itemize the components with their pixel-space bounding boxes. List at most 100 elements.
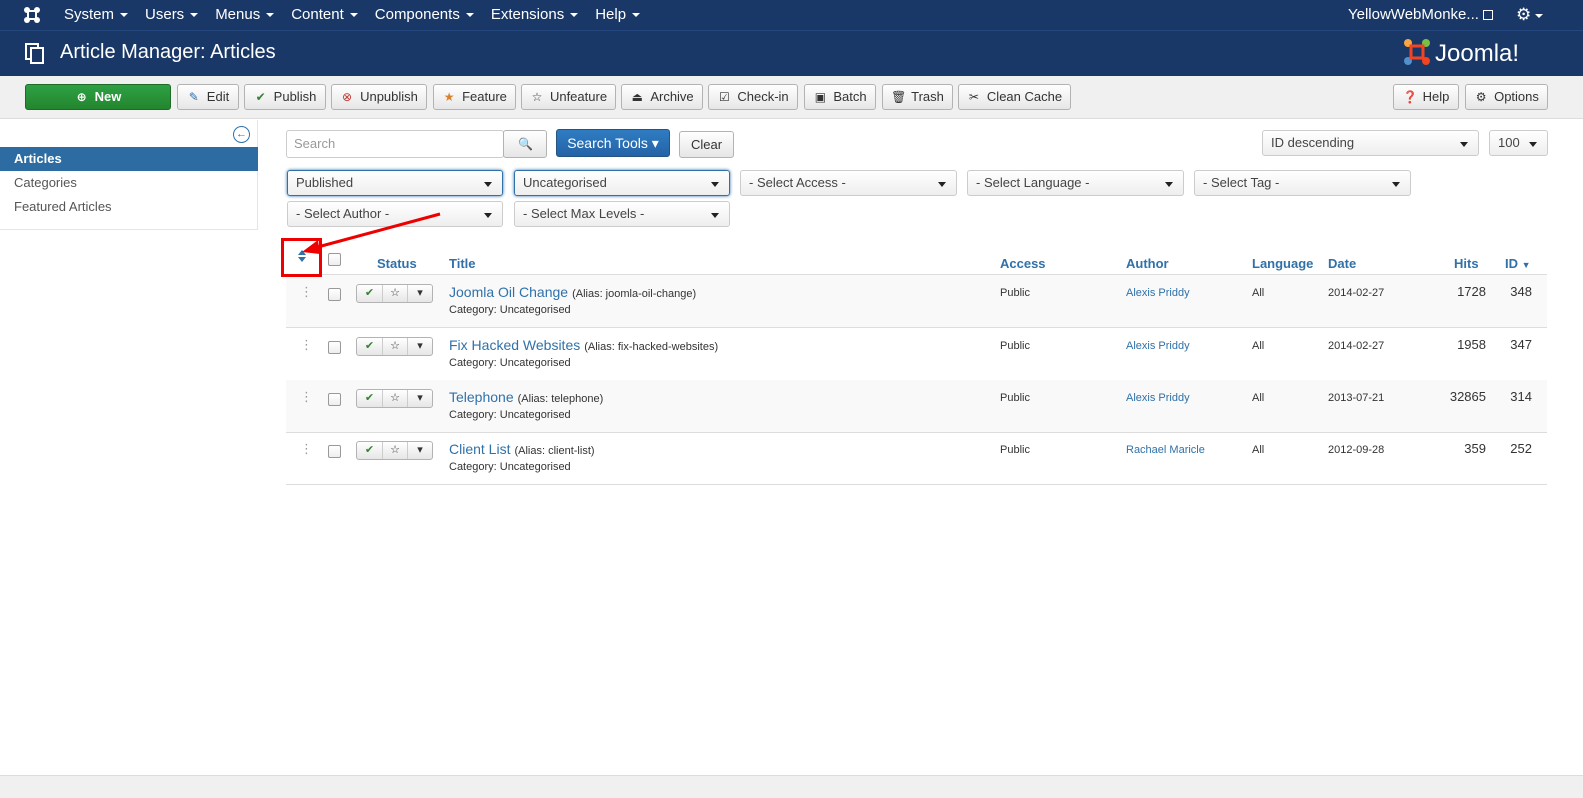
table-row: ⋮ ✔ ☆ ▾ Fix Hacked Websites (Alias: fix-h… [286, 328, 1547, 381]
header-status[interactable]: Status [377, 256, 417, 271]
clean-cache-button-label: Clean Cache [986, 89, 1063, 104]
batch-button[interactable]: ▣ Batch [804, 84, 876, 110]
help-button[interactable]: ❓ Help [1393, 84, 1459, 110]
header-access[interactable]: Access [1000, 256, 1046, 271]
header-author[interactable]: Author [1126, 256, 1169, 271]
sidebar-item-categories[interactable]: Categories [0, 171, 258, 195]
options-button[interactable]: ⚙ Options [1465, 84, 1548, 110]
drag-handle-icon[interactable]: ⋮ [300, 284, 313, 299]
filter-tag[interactable]: - Select Tag - [1194, 170, 1411, 196]
clear-button[interactable]: Clear [679, 131, 734, 158]
menu-components[interactable]: Components [375, 0, 474, 30]
site-link[interactable]: YellowWebMonke... [1348, 0, 1493, 30]
trash-button[interactable]: 🗑 Trash [882, 84, 953, 110]
ordering-select[interactable]: ID descending [1262, 130, 1479, 156]
sidebar-item-articles[interactable]: Articles [0, 147, 258, 171]
published-check-icon[interactable]: ✔ [357, 285, 382, 302]
copy-icon [25, 43, 44, 64]
external-link-icon [1482, 10, 1493, 21]
actions-caret-icon[interactable]: ▾ [407, 338, 432, 355]
menu-help[interactable]: Help [595, 0, 640, 30]
batch-button-label: Batch [833, 89, 867, 104]
feature-button[interactable]: ★ Feature [433, 84, 516, 110]
edit-button[interactable]: ✎ Edit [177, 84, 239, 110]
joomla-brand-logo: Joomla! [1404, 39, 1519, 67]
search-tools-button[interactable]: Search Tools ▾ [556, 129, 670, 157]
joomla-wordmark: Joomla! [1435, 40, 1519, 67]
cell-author[interactable]: Rachael Maricle [1126, 444, 1205, 456]
published-check-icon[interactable]: ✔ [357, 338, 382, 355]
row-checkbox[interactable] [328, 341, 341, 354]
row-checkbox[interactable] [328, 288, 341, 301]
search-button[interactable]: 🔍 [503, 130, 547, 158]
limit-value: 100 [1498, 135, 1520, 150]
cell-language: All [1252, 287, 1265, 299]
article-title-link[interactable]: Fix Hacked Websites [449, 337, 580, 353]
article-title-link[interactable]: Telephone [449, 389, 514, 405]
filter-access[interactable]: - Select Access - [740, 170, 957, 196]
published-check-icon[interactable]: ✔ [357, 442, 382, 459]
article-title-link[interactable]: Client List [449, 441, 510, 457]
cell-hits: 359 [1464, 441, 1486, 456]
archive-button-label: Archive [650, 89, 694, 104]
article-category: Category: Uncategorised [449, 461, 571, 473]
new-button[interactable]: ⊕ New [25, 84, 171, 110]
article-alias: (Alias: client-list) [514, 445, 595, 457]
checkbox-icon: ☑ [718, 90, 730, 104]
featured-star-icon[interactable]: ☆ [382, 338, 407, 355]
featured-star-icon[interactable]: ☆ [382, 390, 407, 407]
filter-category[interactable]: Uncategorised [514, 170, 730, 196]
menu-menus[interactable]: Menus [215, 0, 274, 30]
menu-system[interactable]: System [64, 0, 128, 30]
cell-author[interactable]: Alexis Priddy [1126, 392, 1190, 404]
drag-handle-icon[interactable]: ⋮ [300, 389, 313, 404]
cell-hits: 1728 [1457, 284, 1486, 299]
limit-select[interactable]: 100 [1489, 130, 1548, 156]
clean-cache-button[interactable]: ✂ Clean Cache [958, 84, 1071, 110]
actions-caret-icon[interactable]: ▾ [407, 390, 432, 407]
table-row: ⋮ ✔ ☆ ▾ Telephone (Alias: telephone) Cate… [286, 380, 1547, 433]
menu-users[interactable]: Users [145, 0, 198, 30]
unfeature-button[interactable]: ☆ Unfeature [521, 84, 616, 110]
article-title-link[interactable]: Joomla Oil Change [449, 284, 568, 300]
drag-handle-icon[interactable]: ⋮ [300, 337, 313, 352]
cell-author[interactable]: Alexis Priddy [1126, 287, 1190, 299]
chevron-down-icon [711, 182, 719, 187]
broom-icon: ✂ [968, 90, 979, 104]
menu-extensions[interactable]: Extensions [491, 0, 578, 30]
checkin-button[interactable]: ☑ Check-in [708, 84, 798, 110]
header-date[interactable]: Date [1328, 256, 1356, 271]
featured-star-icon[interactable]: ☆ [382, 442, 407, 459]
featured-star-icon[interactable]: ☆ [382, 285, 407, 302]
row-checkbox[interactable] [328, 445, 341, 458]
filter-published[interactable]: Published [287, 170, 503, 196]
actions-caret-icon[interactable]: ▾ [407, 285, 432, 302]
cell-hits: 32865 [1449, 389, 1486, 404]
header-id[interactable]: ID ▼ [1505, 256, 1531, 271]
drag-handle-icon[interactable]: ⋮ [300, 441, 313, 456]
cell-author[interactable]: Alexis Priddy [1126, 340, 1190, 352]
header-language[interactable]: Language [1252, 256, 1313, 271]
published-check-icon[interactable]: ✔ [357, 390, 382, 407]
joomla-logo-icon[interactable] [22, 5, 42, 25]
help-button-label: Help [1422, 89, 1450, 104]
unpublish-button[interactable]: ⊗ Unpublish [331, 84, 427, 110]
collapse-sidebar-icon[interactable]: ← [233, 126, 250, 143]
star-icon: ★ [443, 90, 455, 104]
publish-button[interactable]: ✔ Publish [244, 84, 326, 110]
archive-button[interactable]: ⏏ Archive [621, 84, 703, 110]
header-hits[interactable]: Hits [1454, 256, 1479, 271]
search-input[interactable]: Search [286, 130, 504, 158]
header-title[interactable]: Title [449, 256, 476, 271]
status-footer [0, 775, 1583, 798]
page-header: Article Manager: Articles Joomla! [0, 30, 1583, 76]
sidebar-item-featured-articles[interactable]: Featured Articles [0, 195, 258, 219]
status-button-group: ✔ ☆ ▾ [356, 284, 433, 303]
filter-language[interactable]: - Select Language - [967, 170, 1184, 196]
actions-caret-icon[interactable]: ▾ [407, 442, 432, 459]
question-circle-icon: ❓ [1402, 90, 1418, 104]
filter-max-levels[interactable]: - Select Max Levels - [514, 201, 730, 227]
row-checkbox[interactable] [328, 393, 341, 406]
menu-content[interactable]: Content [291, 0, 358, 30]
user-menu-gear-icon[interactable]: ⚙ [1516, 5, 1544, 25]
